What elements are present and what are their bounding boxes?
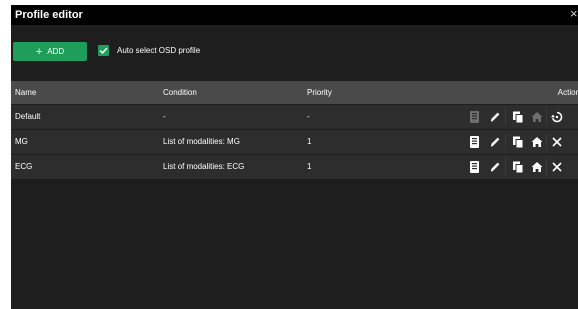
column-header-condition[interactable]: Condition bbox=[163, 81, 197, 104]
row-priority: - bbox=[307, 112, 310, 121]
action-divider bbox=[546, 134, 547, 150]
delete-icon[interactable] bbox=[550, 135, 564, 149]
plus-icon: + bbox=[35, 46, 43, 58]
row-priority: 1 bbox=[307, 162, 312, 171]
profile-editor-dialog: Profile editor × + ADD Auto select OSD pr… bbox=[11, 5, 578, 309]
table-row[interactable]: Default - - bbox=[11, 105, 578, 129]
action-divider bbox=[505, 159, 506, 175]
row-actions bbox=[468, 155, 578, 179]
row-name: MG bbox=[15, 137, 28, 146]
row-condition: - bbox=[163, 112, 166, 121]
close-icon[interactable]: × bbox=[570, 6, 578, 22]
duplicate-icon[interactable] bbox=[511, 135, 525, 149]
title-bar: Profile editor × bbox=[11, 5, 578, 25]
auto-select-osd-label[interactable]: Auto select OSD profile bbox=[117, 45, 200, 57]
action-divider bbox=[505, 134, 506, 150]
edit-icon[interactable] bbox=[488, 110, 502, 124]
edit-icon[interactable] bbox=[488, 135, 502, 149]
edit-icon[interactable] bbox=[488, 160, 502, 174]
delete-icon[interactable] bbox=[550, 160, 564, 174]
table-header: Name Condition Priority Actions bbox=[11, 81, 578, 104]
set-default-icon bbox=[531, 112, 543, 122]
row-priority: 1 bbox=[307, 137, 312, 146]
row-actions bbox=[468, 105, 578, 129]
row-condition: List of modalities: ECG bbox=[163, 162, 245, 171]
add-button-label: ADD bbox=[47, 47, 65, 56]
set-default-icon[interactable] bbox=[530, 160, 544, 174]
column-header-priority[interactable]: Priority bbox=[307, 81, 332, 104]
osd-profile-icon[interactable] bbox=[468, 135, 482, 149]
action-divider bbox=[546, 159, 547, 175]
reset-icon[interactable] bbox=[550, 110, 564, 124]
osd-profile-icon[interactable] bbox=[468, 160, 482, 174]
auto-select-osd-checkbox[interactable] bbox=[98, 45, 109, 56]
duplicate-icon[interactable] bbox=[511, 110, 525, 124]
checkmark-icon bbox=[99, 47, 108, 54]
table-row[interactable]: MG List of modalities: MG 1 bbox=[11, 130, 578, 154]
add-profile-button[interactable]: + ADD bbox=[13, 42, 87, 61]
column-header-actions: Actions bbox=[557, 88, 578, 97]
duplicate-icon[interactable] bbox=[511, 160, 525, 174]
row-name: Default bbox=[15, 112, 41, 121]
action-divider bbox=[546, 109, 547, 125]
toolbar: + ADD Auto select OSD profile bbox=[11, 32, 578, 62]
dialog-title: Profile editor bbox=[15, 9, 83, 21]
row-condition: List of modalities: MG bbox=[163, 137, 240, 146]
osd-profile-icon bbox=[470, 111, 479, 123]
table-row[interactable]: ECG List of modalities: ECG 1 bbox=[11, 155, 578, 179]
row-name: ECG bbox=[15, 162, 33, 171]
row-actions bbox=[468, 130, 578, 154]
set-default-icon[interactable] bbox=[530, 135, 544, 149]
column-header-name[interactable]: Name bbox=[15, 81, 36, 104]
action-divider bbox=[505, 109, 506, 125]
